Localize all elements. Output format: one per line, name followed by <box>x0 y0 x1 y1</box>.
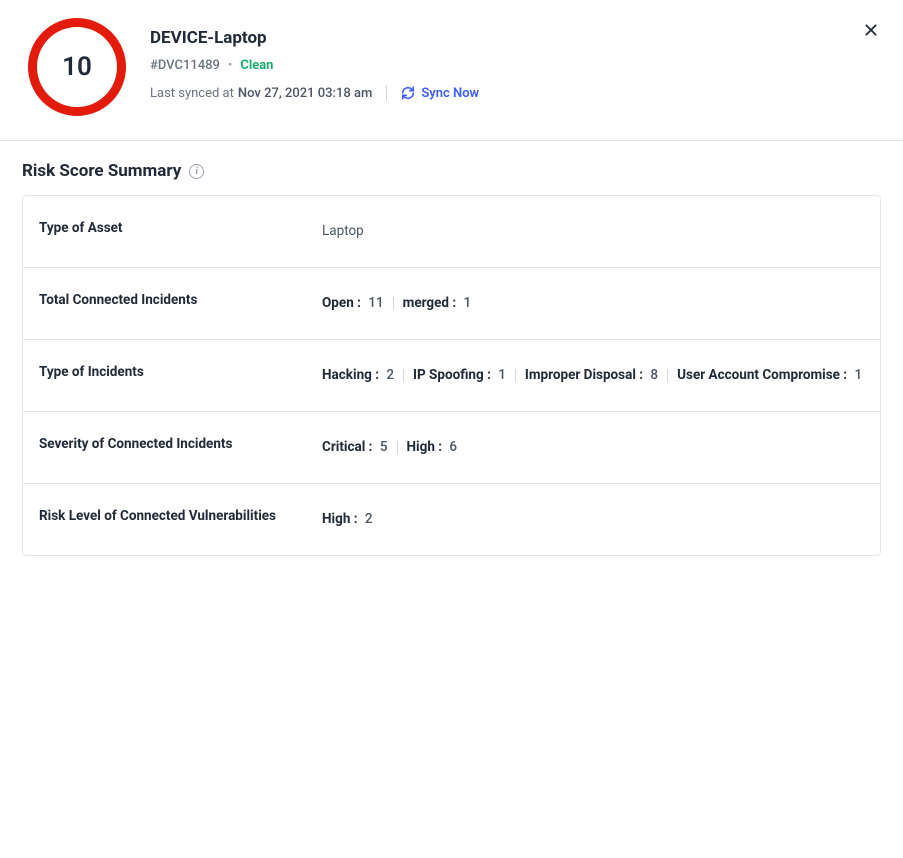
sync-icon <box>401 86 415 100</box>
header-info: DEVICE-Laptop #DVC11489 • Clean Last syn… <box>150 18 479 101</box>
summary-row: Type of IncidentsHacking : 2 IP Spoofing … <box>23 340 880 412</box>
summary-row-label: Severity of Connected Incidents <box>39 436 322 459</box>
kv-separator <box>393 297 394 310</box>
kv-value: 1 <box>495 367 506 383</box>
summary-row-label: Type of Incidents <box>39 364 322 387</box>
kv-key: High : <box>407 439 443 455</box>
kv-separator <box>403 369 404 382</box>
close-icon <box>863 22 879 38</box>
kv-key: User Account Compromise : <box>677 367 847 383</box>
summary-row: Total Connected IncidentsOpen : 11 merged… <box>23 268 880 340</box>
device-id: #DVC11489 <box>150 58 220 73</box>
kv-value: 5 <box>376 439 387 455</box>
kv-pair: High : 6 <box>407 439 458 455</box>
kv-key: High : <box>322 511 358 527</box>
summary-row-label: Type of Asset <box>39 220 322 243</box>
content: Risk Score Summary i Type of AssetLaptop… <box>0 141 903 576</box>
summary-row: Severity of Connected IncidentsCritical … <box>23 412 880 484</box>
kv-pair: Critical : 5 <box>322 439 388 455</box>
sync-now-button[interactable]: Sync Now <box>401 86 479 101</box>
summary-row: Risk Level of Connected VulnerabilitiesH… <box>23 484 880 555</box>
sync-now-label: Sync Now <box>421 86 479 101</box>
section-title: Risk Score Summary <box>22 161 181 181</box>
dot-separator: • <box>228 58 232 73</box>
kv-separator <box>397 441 398 454</box>
kv-pair: Hacking : 2 <box>322 367 394 383</box>
kv-key: Hacking : <box>322 367 379 383</box>
kv-value: 1 <box>460 295 471 311</box>
vertical-separator <box>386 85 387 101</box>
kv-key: Open : <box>322 295 361 311</box>
kv-pair: merged : 1 <box>403 295 472 311</box>
section-title-row: Risk Score Summary i <box>22 161 881 181</box>
summary-row-label: Risk Level of Connected Vulnerabilities <box>39 508 322 531</box>
summary-row-value: Open : 11 merged : 1 <box>322 292 864 315</box>
risk-score-circle: 10 <box>28 18 126 116</box>
kv-pair: User Account Compromise : 1 <box>677 367 862 383</box>
info-icon[interactable]: i <box>189 164 204 179</box>
kv-pair: High : 2 <box>322 511 373 527</box>
summary-row-value: Laptop <box>322 220 864 243</box>
sync-row: Last synced at Nov 27, 2021 03:18 am Syn… <box>150 85 479 101</box>
kv-value: 6 <box>446 439 457 455</box>
summary-row-value: Critical : 5 High : 6 <box>322 436 864 459</box>
summary-table: Type of AssetLaptopTotal Connected Incid… <box>22 195 881 556</box>
summary-row-value: High : 2 <box>322 508 864 531</box>
summary-row-label: Total Connected Incidents <box>39 292 322 315</box>
kv-key: Critical : <box>322 439 372 455</box>
kv-separator <box>515 369 516 382</box>
kv-value: 11 <box>365 295 384 311</box>
risk-score-value: 10 <box>62 52 92 82</box>
kv-key: Improper Disposal : <box>525 367 643 383</box>
summary-row-value: Hacking : 2 IP Spoofing : 1 Improper Dispo… <box>322 364 864 387</box>
close-button[interactable] <box>859 18 883 42</box>
header: 10 DEVICE-Laptop #DVC11489 • Clean Last … <box>0 0 903 141</box>
kv-value: 8 <box>647 367 658 383</box>
kv-value: 2 <box>383 367 394 383</box>
device-title: DEVICE-Laptop <box>150 28 479 48</box>
last-synced-time: Nov 27, 2021 03:18 am <box>238 86 372 101</box>
kv-key: merged : <box>403 295 457 311</box>
device-meta: #DVC11489 • Clean <box>150 58 479 73</box>
kv-pair: Improper Disposal : 8 <box>525 367 658 383</box>
kv-pair: Open : 11 <box>322 295 384 311</box>
status-badge: Clean <box>240 58 273 73</box>
kv-key: IP Spoofing : <box>413 367 491 383</box>
kv-value: 1 <box>851 367 862 383</box>
last-synced-label: Last synced at <box>150 86 234 101</box>
kv-separator <box>667 369 668 382</box>
summary-row: Type of AssetLaptop <box>23 196 880 268</box>
kv-value: 2 <box>362 511 373 527</box>
kv-pair: IP Spoofing : 1 <box>413 367 506 383</box>
